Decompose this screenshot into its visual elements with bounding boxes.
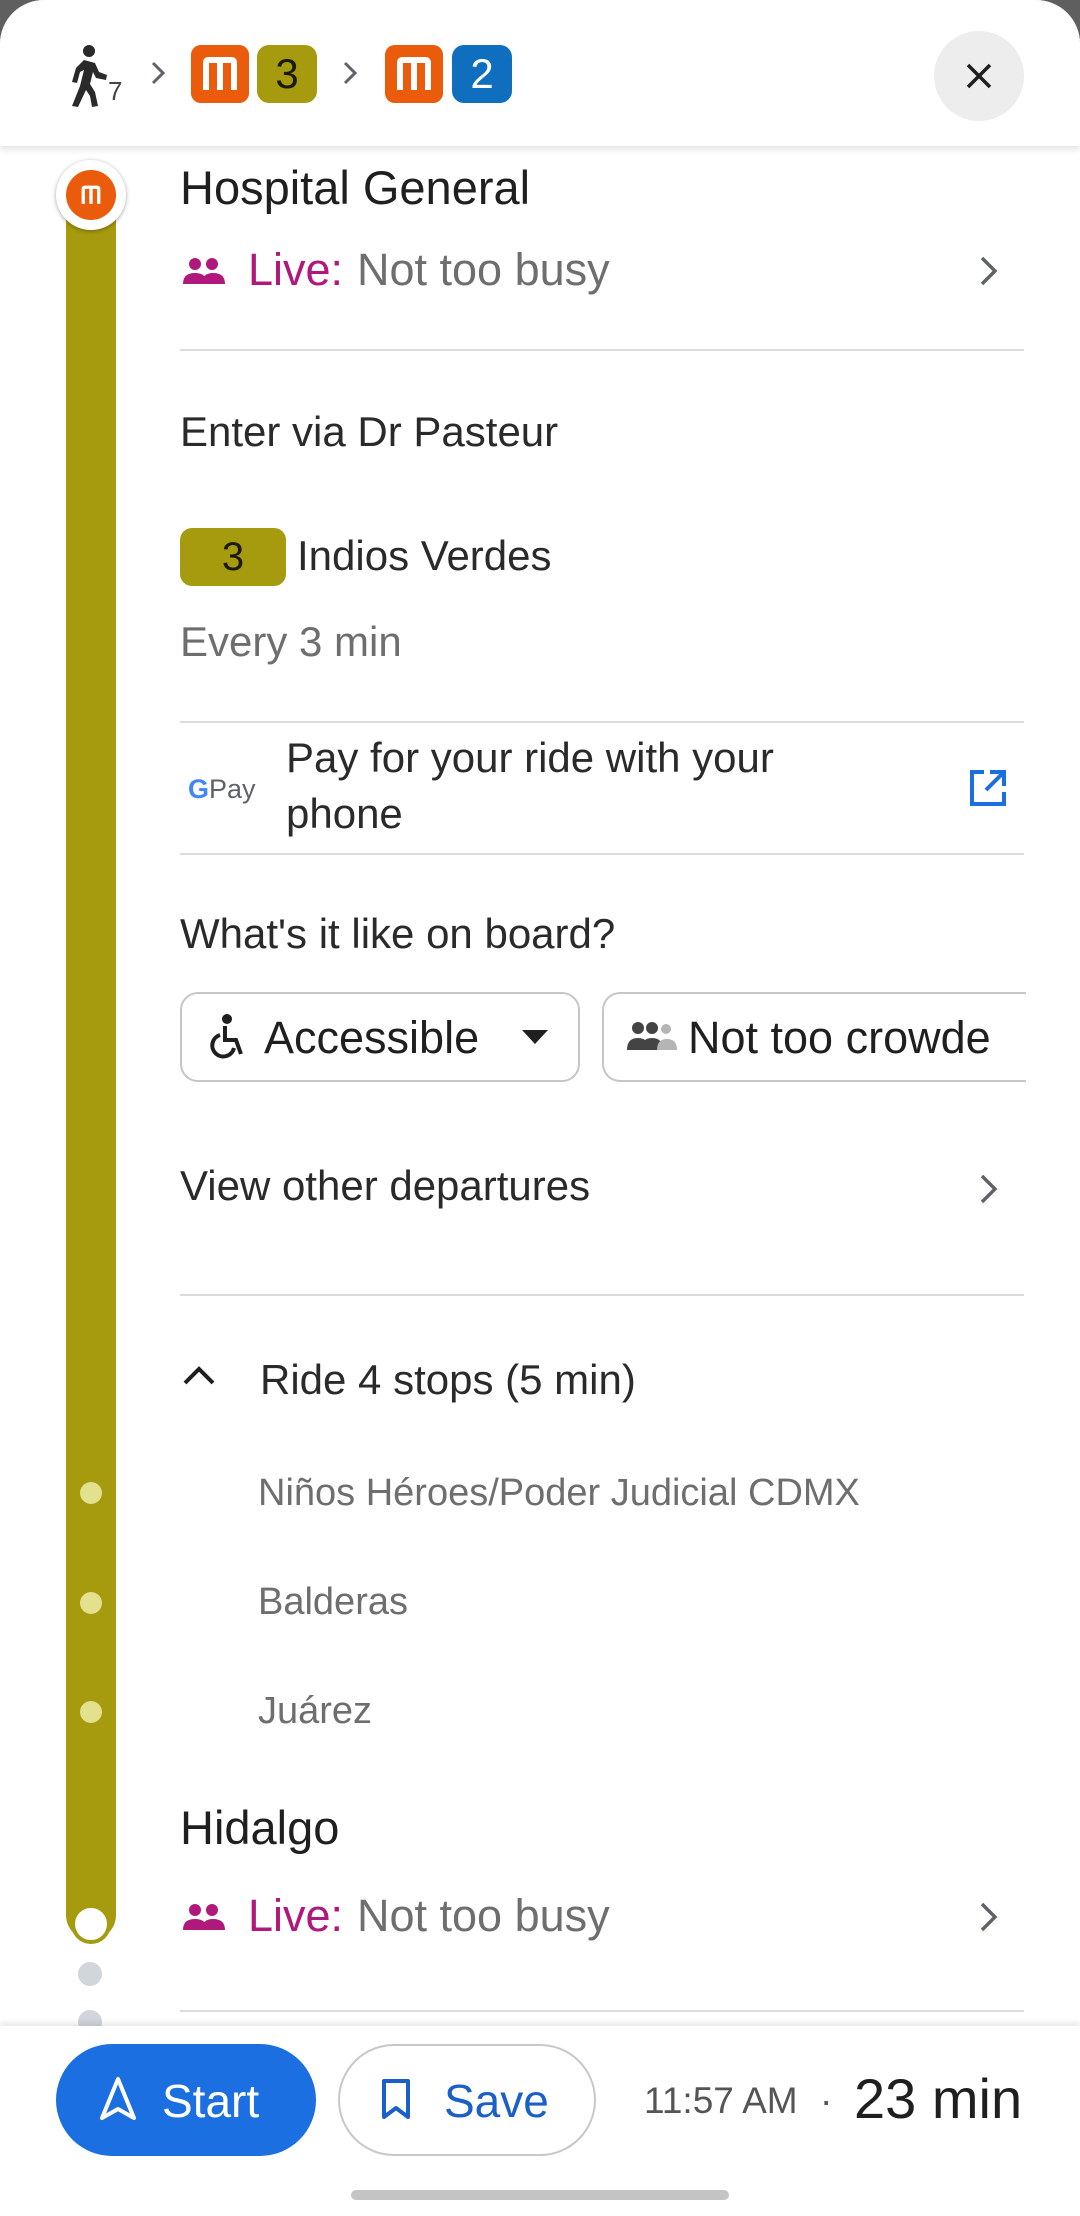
- destination-marker: [71, 1904, 111, 1944]
- chevron-right-icon: [151, 61, 166, 85]
- divider: [180, 2010, 1024, 2012]
- view-other-departures-row[interactable]: View other departures: [180, 1150, 1024, 1230]
- route-summary-header: 7 3 2: [0, 0, 1080, 146]
- pay-text-line2: phone: [286, 790, 403, 837]
- chevron-right-icon: [343, 61, 358, 85]
- destination-live-busyness-row[interactable]: Live: Not too busy: [180, 1886, 1024, 1948]
- divider: [180, 853, 1024, 855]
- chevron-up-icon: [183, 1366, 215, 1385]
- chevron-right-icon: [980, 256, 998, 286]
- walk-icon: [72, 45, 107, 107]
- google-pay-logo: GPay: [188, 774, 256, 804]
- live-label: Live:: [248, 1890, 344, 1941]
- chevron-right-icon: [980, 1174, 998, 1204]
- origin-metro-icon: [56, 160, 126, 230]
- save-label: Save: [444, 2075, 549, 2127]
- origin-live-busyness-row[interactable]: Live: Not too busy: [180, 240, 1024, 302]
- accessible-chip[interactable]: Accessible: [180, 992, 580, 1082]
- pay-text-line1: Pay for your ride with your: [286, 734, 774, 781]
- pay-with-phone-row[interactable]: GPay Pay for your ride with your phone: [180, 724, 1024, 852]
- close-button[interactable]: [934, 31, 1024, 121]
- live-label: Live:: [248, 244, 344, 295]
- divider: [180, 1294, 1024, 1296]
- ride-summary: Ride 4 stops (5 min): [260, 1356, 636, 1403]
- line-3-route-rail: [66, 180, 116, 1940]
- arrival-time: 11:57 AM: [644, 2080, 798, 2121]
- intermediate-stop: Niños Héroes/Poder Judicial CDMX: [258, 1472, 860, 1514]
- start-button[interactable]: Start: [56, 2044, 316, 2156]
- save-button[interactable]: Save: [338, 2044, 596, 2156]
- onboard-question: What's it like on board?: [180, 910, 616, 957]
- bookmark-icon: [382, 2079, 410, 2119]
- navigation-arrow-icon: [100, 2077, 136, 2120]
- ride-stops-toggle[interactable]: Ride 4 stops (5 min): [180, 1346, 1024, 1422]
- stop-dot: [80, 1482, 102, 1504]
- intermediate-stop: Balderas: [258, 1581, 408, 1623]
- line-3-pill: 3: [180, 528, 286, 586]
- directions-sheet: 7 3 2 Hospital General Live: Not too bus…: [0, 0, 1080, 2216]
- crowdedness-label: Not too crowde: [688, 1012, 991, 1063]
- people-icon: [183, 1904, 225, 1930]
- metro-icon: [385, 45, 443, 103]
- line-2-badge: 2: [452, 45, 512, 103]
- entrance-text: Enter via Dr Pasteur: [180, 408, 559, 455]
- home-indicator: [351, 2190, 729, 2200]
- line-3-badge: 3: [257, 45, 317, 103]
- stop-dot: [80, 1701, 102, 1723]
- start-label: Start: [162, 2075, 260, 2127]
- intermediate-stop: Juárez: [258, 1690, 373, 1732]
- line-direction: Indios Verdes: [297, 532, 552, 579]
- trip-duration: 23 min: [854, 2067, 1023, 2130]
- stop-dot: [80, 1592, 102, 1614]
- view-other-departures-label: View other departures: [180, 1162, 591, 1209]
- divider: [180, 721, 1024, 723]
- origin-station-name: Hospital General: [180, 161, 531, 214]
- divider: [180, 349, 1024, 351]
- crowd-icon: [627, 1022, 677, 1050]
- chevron-right-icon: [980, 1902, 998, 1932]
- walk-dot: [78, 1962, 102, 1986]
- metro-icon: [81, 185, 101, 204]
- people-icon: [183, 258, 225, 284]
- walk-minutes: 7: [108, 76, 123, 106]
- live-status: Not too busy: [357, 1890, 610, 1941]
- open-external-icon: [970, 770, 1006, 806]
- destination-station-name: Hidalgo: [180, 1801, 340, 1854]
- line-frequency: Every 3 min: [180, 618, 402, 665]
- accessible-label: Accessible: [264, 1012, 480, 1063]
- wheelchair-icon: [210, 1014, 243, 1059]
- crowdedness-chip[interactable]: Not too crowde: [602, 992, 1026, 1082]
- metro-icon: [191, 45, 249, 103]
- close-icon: [966, 63, 992, 89]
- live-status: Not too busy: [357, 244, 610, 295]
- dropdown-arrow-icon: [522, 1030, 548, 1044]
- separator: ·: [820, 2080, 833, 2121]
